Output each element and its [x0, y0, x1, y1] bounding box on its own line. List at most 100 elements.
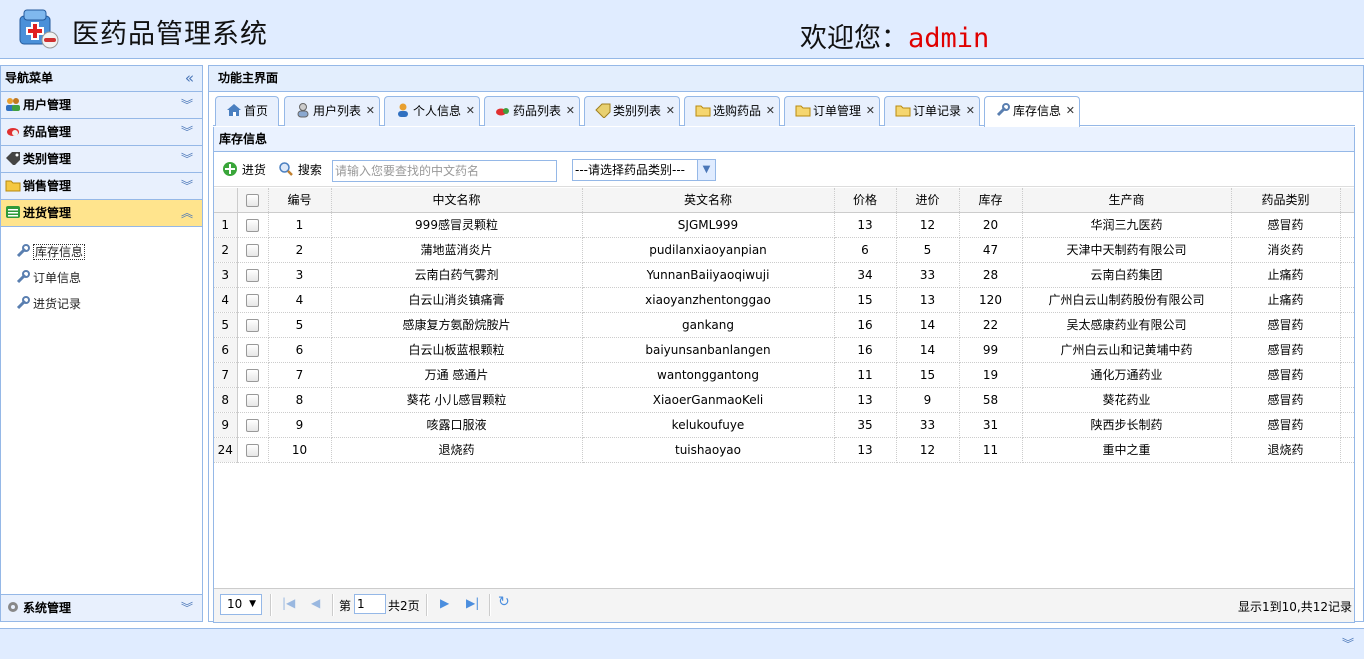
table-cell: gankang	[582, 312, 835, 338]
row-checkbox[interactable]	[246, 343, 259, 357]
row-select-cell[interactable]	[237, 387, 269, 413]
column-header[interactable]: 中文名称	[331, 188, 583, 213]
row-select-cell[interactable]	[237, 337, 269, 363]
column-header[interactable]: 进价	[896, 188, 960, 213]
tab-home[interactable]: 首页	[215, 96, 279, 126]
row-number: 7	[214, 362, 238, 388]
tab-category-list[interactable]: 类别列表 ✕	[584, 96, 680, 126]
next-page-button[interactable]: ▶	[440, 596, 449, 610]
column-header[interactable]: 价格	[834, 188, 897, 213]
close-icon[interactable]: ✕	[466, 97, 475, 125]
expand-icon[interactable]: ︾	[181, 119, 193, 145]
category-select[interactable]: ---请选择药品类别--- ▼	[572, 159, 716, 181]
menu-item-purchase-records[interactable]: 进货记录	[15, 291, 202, 317]
accordion-drug-management[interactable]: 药品管理 ︾	[1, 119, 202, 146]
table-row[interactable]: 1 1 999感冒灵颗粒 SJGML999 13 12 20 华润三九医药 感冒药	[214, 212, 1354, 238]
add-stock-button[interactable]: 进货	[222, 161, 266, 178]
table-row[interactable]: 2 2 蒲地蓝消炎片 pudilanxiaoyanpian 6 5 47 天津中天制药有限公司…	[214, 237, 1354, 263]
table-cell: 5	[896, 237, 960, 263]
row-select-cell[interactable]	[237, 237, 269, 263]
tab-order-records[interactable]: 订单记录 ✕	[884, 96, 980, 126]
column-header[interactable]: 编号	[268, 188, 332, 213]
row-select-cell[interactable]	[237, 212, 269, 238]
close-icon[interactable]: ✕	[1066, 97, 1075, 125]
accordion-sales-management[interactable]: 销售管理 ︾	[1, 173, 202, 200]
menu-item-inventory[interactable]: 库存信息	[15, 239, 202, 265]
table-row[interactable]: 7 7 万通 感通片 wantonggantong 11 15 19 通化万通药业 感冒药	[214, 362, 1354, 388]
accordion-user-management[interactable]: 用户管理 ︾	[1, 92, 202, 119]
accordion-category-management[interactable]: 类别管理 ︾	[1, 146, 202, 173]
tab-personal-info[interactable]: 个人信息 ✕	[384, 96, 480, 126]
pills-icon	[496, 108, 509, 116]
table-cell: 感冒药	[1231, 412, 1341, 438]
first-page-button[interactable]: |◀	[282, 596, 295, 610]
table-cell: 白云山板蓝根颗粒	[331, 337, 583, 363]
search-input[interactable]: 请输入您要查找的中文药名	[332, 160, 557, 182]
row-checkbox[interactable]	[246, 318, 259, 332]
refresh-icon[interactable]: ↻	[498, 594, 510, 610]
row-select-cell[interactable]	[237, 287, 269, 313]
row-select-cell[interactable]	[237, 312, 269, 338]
table-row[interactable]: 5 5 感康复方氨酚烷胺片 gankang 16 14 22 吴太感康药业有限公司 感冒药	[214, 312, 1354, 338]
column-header[interactable]: 生产商	[1022, 188, 1232, 213]
close-icon[interactable]: ✕	[666, 97, 675, 125]
row-checkbox[interactable]	[246, 243, 259, 257]
table-row[interactable]: 3 3 云南白药气雾剂 YunnanBaiiyaoqiwuji 34 33 28 云南白药集团…	[214, 262, 1354, 288]
chevron-down-icon[interactable]: ▼	[697, 160, 715, 180]
page-number-input[interactable]: 1	[354, 594, 386, 614]
tab-order-management[interactable]: 订单管理 ✕	[784, 96, 880, 126]
row-select-cell[interactable]	[237, 412, 269, 438]
table-cell: 11	[959, 437, 1023, 463]
tab-drug-list[interactable]: 药品列表 ✕	[484, 96, 580, 126]
tab-user-list[interactable]: 用户列表 ✕	[284, 96, 380, 126]
row-select-cell[interactable]	[237, 362, 269, 388]
close-icon[interactable]: ✕	[366, 97, 375, 125]
accordion-system-management[interactable]: 系统管理 ︾	[1, 594, 202, 621]
expand-icon[interactable]: ︾	[181, 146, 193, 172]
tab-select-drugs[interactable]: 选购药品 ✕	[684, 96, 780, 126]
column-header[interactable]: 药品类别	[1231, 188, 1341, 213]
tab-inventory[interactable]: 库存信息 ✕	[984, 96, 1080, 127]
menu-item-orders[interactable]: 订单信息	[15, 265, 202, 291]
table-cell: 8	[268, 387, 332, 413]
table-row[interactable]: 24 10 退烧药 tuishaoyao 13 12 11 重中之重 退烧药	[214, 437, 1354, 463]
last-page-button[interactable]: ▶|	[466, 596, 479, 610]
table-cell: 13	[834, 387, 897, 413]
expand-icon[interactable]: ︾	[181, 595, 193, 621]
search-button[interactable]: 搜索	[278, 161, 322, 178]
expand-icon[interactable]: ︾	[181, 173, 193, 199]
row-checkbox[interactable]	[246, 268, 259, 282]
page-size-select[interactable]: 10 ▼	[220, 594, 262, 615]
close-icon[interactable]: ✕	[966, 97, 975, 125]
table-row[interactable]: 8 8 葵花 小儿感冒颗粒 XiaoerGanmaoKeli 13 9 58 葵花药业 感冒药	[214, 387, 1354, 413]
column-header[interactable]: 库存	[959, 188, 1023, 213]
expand-footer-icon[interactable]: ︾	[1342, 635, 1354, 652]
column-header[interactable]: 英文名称	[582, 188, 835, 213]
table-row[interactable]: 4 4 白云山消炎镇痛膏 xiaoyanzhentonggao 15 13 120 广州白云山…	[214, 287, 1354, 313]
table-cell: pudilanxiaoyanpian	[582, 237, 835, 263]
row-checkbox[interactable]	[246, 393, 259, 407]
row-checkbox[interactable]	[246, 418, 259, 432]
row-checkbox[interactable]	[246, 218, 259, 232]
select-all-cell[interactable]	[237, 188, 269, 213]
collapse-icon[interactable]: ︽	[181, 200, 193, 226]
close-icon[interactable]: ✕	[566, 97, 575, 125]
row-checkbox[interactable]	[246, 443, 259, 457]
row-checkbox[interactable]	[246, 293, 259, 307]
row-checkbox[interactable]	[246, 368, 259, 382]
row-select-cell[interactable]	[237, 437, 269, 463]
collapse-left-icon[interactable]: «	[185, 66, 194, 91]
table-cell: 广州白云山和记黄埔中药	[1022, 337, 1232, 363]
table-row[interactable]: 9 9 咳露口服液 kelukoufuye 35 33 31 陕西步长制药 感冒药	[214, 412, 1354, 438]
expand-icon[interactable]: ︾	[181, 92, 193, 118]
close-icon[interactable]: ✕	[866, 97, 875, 125]
table-cell: 33	[896, 412, 960, 438]
select-all-checkbox[interactable]	[246, 193, 259, 207]
close-icon[interactable]: ✕	[766, 97, 775, 125]
accordion-purchase-management[interactable]: 进货管理 ︽	[1, 200, 202, 227]
app-title: 医药品管理系统	[72, 19, 268, 50]
prev-page-button[interactable]: ◀	[311, 596, 320, 610]
row-select-cell[interactable]	[237, 262, 269, 288]
table-cell: 9	[896, 387, 960, 413]
table-row[interactable]: 6 6 白云山板蓝根颗粒 baiyunsanbanlangen 16 14 99 广州白云山和…	[214, 337, 1354, 363]
